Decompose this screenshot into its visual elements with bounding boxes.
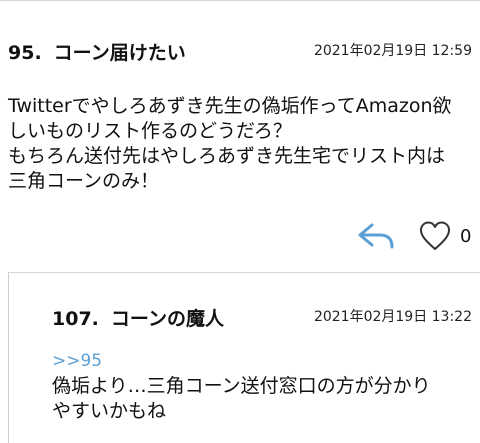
post-body: Twitterでやしろあずき先生の偽垢作ってAmazon欲 しいものリスト作るの… [8, 95, 452, 192]
reply-indent-bar [8, 272, 9, 443]
reply-body: 偽垢より…三角コーン送付窓口の方が分かり やすいかもね [52, 375, 431, 422]
reply-timestamp: 2021年02月19日 13:22 [313, 309, 472, 325]
heart-outline-icon[interactable] [418, 220, 452, 252]
post-title: 95. コーン届けたい [8, 38, 186, 65]
reply-author-name: コーンの魔人 [110, 308, 224, 330]
reply-divider [8, 272, 480, 273]
post-actions: 0 [356, 216, 472, 256]
reply-anchor-link[interactable]: >>95 [52, 351, 102, 371]
post-timestamp: 2021年02月19日 12:59 [313, 43, 472, 59]
reply-title: 107. コーンの魔人 [52, 304, 224, 331]
top-divider [0, 0, 480, 1]
comment-thread: 95. コーン届けたい 2021年02月19日 12:59 Twitterでやしろ… [0, 0, 480, 443]
reply-header: 107. コーンの魔人 2021年02月19日 13:22 [52, 302, 472, 330]
post-header: 95. コーン届けたい 2021年02月19日 12:59 [8, 36, 472, 66]
reply-arrow-icon[interactable] [356, 221, 396, 251]
post-number: 95. [8, 42, 42, 64]
reply-number: 107. [52, 308, 99, 330]
like-count: 0 [460, 225, 472, 247]
post-author-name: コーン届けたい [53, 42, 186, 64]
reply-comment: 107. コーンの魔人 2021年02月19日 13:22 >>95 偽垢より…三… [8, 272, 480, 443]
